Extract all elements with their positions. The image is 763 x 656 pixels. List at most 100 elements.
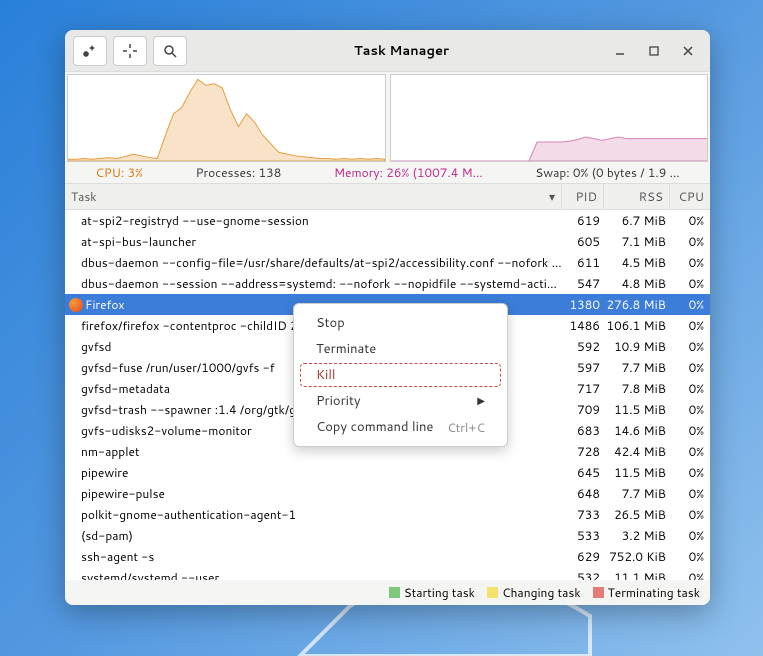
search-button[interactable] <box>153 36 187 66</box>
minimize-icon <box>614 45 626 57</box>
rss-cell: 26.5 MiB <box>604 506 670 523</box>
rss-cell: 276.8 MiB <box>604 296 670 313</box>
pid-cell: 709 <box>562 401 604 418</box>
close-icon <box>682 45 694 57</box>
column-pid[interactable]: PID <box>562 184 604 209</box>
stats-bar: CPU: 3% Processes: 138 Memory: 26% (1007… <box>65 162 710 183</box>
pid-cell: 611 <box>562 254 604 271</box>
cpu-cell: 0% <box>670 380 710 397</box>
cpu-cell: 0% <box>670 359 710 376</box>
rss-cell: 11.5 MiB <box>604 464 670 481</box>
pid-cell: 547 <box>562 275 604 292</box>
menu-terminate[interactable]: Terminate <box>294 336 507 362</box>
legend-changing: Changing task <box>487 584 581 601</box>
table-row[interactable]: dbus-daemon --config-file=/usr/share/def… <box>65 252 710 273</box>
pid-cell: 1486 <box>562 317 604 334</box>
cpu-cell: 0% <box>670 485 710 502</box>
task-cell: at-spi2-registryd --use-gnome-session <box>65 212 562 229</box>
maximize-icon <box>649 46 659 56</box>
process-count-stat: Processes: 138 <box>196 164 282 181</box>
rss-cell: 11.1 MiB <box>604 569 670 580</box>
rss-cell: 4.5 MiB <box>604 254 670 271</box>
table-row[interactable]: pipewire64511.5 MiB0% <box>65 462 710 483</box>
column-task[interactable]: Task ▾ <box>65 184 562 209</box>
shortcut-label: Ctrl+C <box>447 419 485 436</box>
rss-cell: 7.8 MiB <box>604 380 670 397</box>
pid-cell: 645 <box>562 464 604 481</box>
cpu-cell: 0% <box>670 275 710 292</box>
legend-starting: Starting task <box>389 584 475 601</box>
menu-kill[interactable]: Kill <box>294 362 507 388</box>
rss-cell: 7.1 MiB <box>604 233 670 250</box>
task-cell: at-spi-bus-launcher <box>65 233 562 250</box>
memory-chart <box>390 74 709 162</box>
cpu-cell: 0% <box>670 317 710 334</box>
rss-cell: 7.7 MiB <box>604 359 670 376</box>
green-square-icon <box>389 587 400 598</box>
menu-priority[interactable]: Priority ▶ <box>294 388 507 414</box>
task-cell: ssh-agent -s <box>65 548 562 565</box>
pid-cell: 592 <box>562 338 604 355</box>
rss-cell: 3.2 MiB <box>604 527 670 544</box>
target-button[interactable] <box>113 36 147 66</box>
cpu-cell: 0% <box>670 233 710 250</box>
column-cpu[interactable]: CPU <box>670 184 710 209</box>
sort-indicator-icon: ▾ <box>549 188 555 205</box>
table-header: Task ▾ PID RSS CPU <box>65 184 710 210</box>
yellow-square-icon <box>487 587 498 598</box>
pid-cell: 619 <box>562 212 604 229</box>
cpu-cell: 0% <box>670 527 710 544</box>
cpu-cell: 0% <box>670 422 710 439</box>
maximize-button[interactable] <box>644 41 664 61</box>
rss-cell: 11.5 MiB <box>604 401 670 418</box>
menu-stop[interactable]: Stop <box>294 310 507 336</box>
task-cell: systemd/systemd --user <box>65 569 562 580</box>
close-button[interactable] <box>678 41 698 61</box>
table-row[interactable]: at-spi-bus-launcher6057.1 MiB0% <box>65 231 710 252</box>
task-cell: pipewire <box>65 464 562 481</box>
legend: Starting task Changing task Terminating … <box>65 580 710 605</box>
rss-cell: 42.4 MiB <box>604 443 670 460</box>
swap-stat: Swap: 0% (0 bytes / 1.9 ... <box>535 164 679 181</box>
table-row[interactable]: (sd-pam)5333.2 MiB0% <box>65 525 710 546</box>
table-row[interactable]: dbus-daemon --session --address=systemd:… <box>65 273 710 294</box>
settings-button[interactable] <box>73 36 107 66</box>
cpu-cell: 0% <box>670 401 710 418</box>
task-cell: pipewire-pulse <box>65 485 562 502</box>
table-row[interactable]: ssh-agent -s629752.0 KiB0% <box>65 546 710 567</box>
rss-cell: 14.6 MiB <box>604 422 670 439</box>
pid-cell: 597 <box>562 359 604 376</box>
cpu-cell: 0% <box>670 506 710 523</box>
table-row[interactable]: pipewire-pulse6487.7 MiB0% <box>65 483 710 504</box>
rss-cell: 10.9 MiB <box>604 338 670 355</box>
cpu-cell: 0% <box>670 338 710 355</box>
menu-copy-command-line[interactable]: Copy command line Ctrl+C <box>294 414 507 440</box>
pid-cell: 648 <box>562 485 604 502</box>
pid-cell: 717 <box>562 380 604 397</box>
table-row[interactable]: polkit-gnome-authentication-agent-173326… <box>65 504 710 525</box>
rss-cell: 6.7 MiB <box>604 212 670 229</box>
cpu-stat: CPU: 3% <box>95 164 143 181</box>
pid-cell: 532 <box>562 569 604 580</box>
pid-cell: 1380 <box>562 296 604 313</box>
task-cell: dbus-daemon --config-file=/usr/share/def… <box>65 254 562 271</box>
cpu-cell: 0% <box>670 569 710 580</box>
pid-cell: 605 <box>562 233 604 250</box>
rss-cell: 7.7 MiB <box>604 485 670 502</box>
table-row[interactable]: systemd/systemd --user53211.1 MiB0% <box>65 567 710 580</box>
cpu-cell: 0% <box>670 548 710 565</box>
cpu-cell: 0% <box>670 443 710 460</box>
window-title: Task Manager <box>193 42 610 60</box>
memory-stat: Memory: 26% (1007.4 M... <box>334 164 483 181</box>
pid-cell: 533 <box>562 527 604 544</box>
column-rss[interactable]: RSS <box>604 184 670 209</box>
charts-area <box>65 72 710 162</box>
rss-cell: 4.8 MiB <box>604 275 670 292</box>
search-icon <box>162 43 178 59</box>
firefox-icon <box>69 298 83 312</box>
table-row[interactable]: at-spi2-registryd --use-gnome-session619… <box>65 210 710 231</box>
red-square-icon <box>593 587 604 598</box>
minimize-button[interactable] <box>610 41 630 61</box>
pid-cell: 629 <box>562 548 604 565</box>
wrench-icon <box>82 43 98 59</box>
